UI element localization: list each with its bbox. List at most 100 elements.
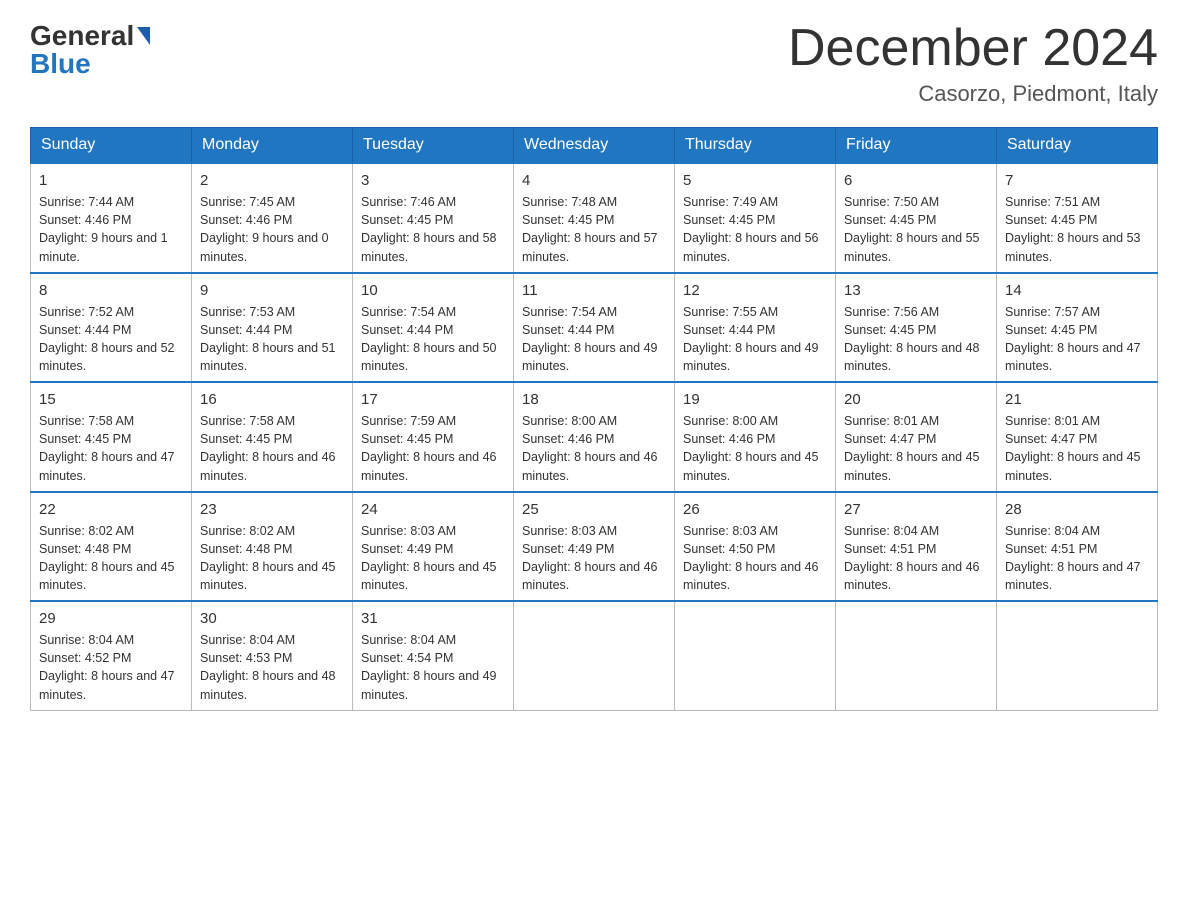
calendar-week-row: 1Sunrise: 7:44 AMSunset: 4:46 PMDaylight… bbox=[31, 163, 1158, 273]
col-header-saturday: Saturday bbox=[997, 128, 1158, 164]
day-info: Sunrise: 8:00 AMSunset: 4:46 PMDaylight:… bbox=[522, 412, 666, 485]
day-info: Sunrise: 7:55 AMSunset: 4:44 PMDaylight:… bbox=[683, 303, 827, 376]
page-header: General Blue December 2024 Casorzo, Pied… bbox=[30, 20, 1158, 107]
day-number: 24 bbox=[361, 499, 505, 520]
day-info: Sunrise: 8:04 AMSunset: 4:53 PMDaylight:… bbox=[200, 631, 344, 704]
day-info: Sunrise: 7:59 AMSunset: 4:45 PMDaylight:… bbox=[361, 412, 505, 485]
day-number: 19 bbox=[683, 389, 827, 410]
day-number: 29 bbox=[39, 608, 183, 629]
logo: General Blue bbox=[30, 20, 150, 80]
calendar-cell: 3Sunrise: 7:46 AMSunset: 4:45 PMDaylight… bbox=[353, 163, 514, 273]
day-number: 1 bbox=[39, 170, 183, 191]
day-number: 12 bbox=[683, 280, 827, 301]
calendar-cell: 10Sunrise: 7:54 AMSunset: 4:44 PMDayligh… bbox=[353, 273, 514, 383]
calendar-cell bbox=[675, 601, 836, 710]
calendar-table: SundayMondayTuesdayWednesdayThursdayFrid… bbox=[30, 127, 1158, 711]
calendar-week-row: 22Sunrise: 8:02 AMSunset: 4:48 PMDayligh… bbox=[31, 492, 1158, 602]
day-number: 3 bbox=[361, 170, 505, 191]
calendar-cell: 22Sunrise: 8:02 AMSunset: 4:48 PMDayligh… bbox=[31, 492, 192, 602]
col-header-thursday: Thursday bbox=[675, 128, 836, 164]
calendar-cell: 19Sunrise: 8:00 AMSunset: 4:46 PMDayligh… bbox=[675, 382, 836, 492]
day-info: Sunrise: 7:52 AMSunset: 4:44 PMDaylight:… bbox=[39, 303, 183, 376]
day-info: Sunrise: 8:02 AMSunset: 4:48 PMDaylight:… bbox=[200, 522, 344, 595]
day-info: Sunrise: 8:04 AMSunset: 4:52 PMDaylight:… bbox=[39, 631, 183, 704]
calendar-cell: 29Sunrise: 8:04 AMSunset: 4:52 PMDayligh… bbox=[31, 601, 192, 710]
calendar-cell: 23Sunrise: 8:02 AMSunset: 4:48 PMDayligh… bbox=[192, 492, 353, 602]
day-info: Sunrise: 8:03 AMSunset: 4:50 PMDaylight:… bbox=[683, 522, 827, 595]
day-number: 5 bbox=[683, 170, 827, 191]
day-info: Sunrise: 7:57 AMSunset: 4:45 PMDaylight:… bbox=[1005, 303, 1149, 376]
day-info: Sunrise: 7:46 AMSunset: 4:45 PMDaylight:… bbox=[361, 193, 505, 266]
location-subtitle: Casorzo, Piedmont, Italy bbox=[788, 81, 1158, 107]
calendar-cell: 21Sunrise: 8:01 AMSunset: 4:47 PMDayligh… bbox=[997, 382, 1158, 492]
calendar-week-row: 29Sunrise: 8:04 AMSunset: 4:52 PMDayligh… bbox=[31, 601, 1158, 710]
calendar-cell: 12Sunrise: 7:55 AMSunset: 4:44 PMDayligh… bbox=[675, 273, 836, 383]
calendar-cell: 11Sunrise: 7:54 AMSunset: 4:44 PMDayligh… bbox=[514, 273, 675, 383]
day-number: 14 bbox=[1005, 280, 1149, 301]
col-header-sunday: Sunday bbox=[31, 128, 192, 164]
day-number: 31 bbox=[361, 608, 505, 629]
calendar-cell: 26Sunrise: 8:03 AMSunset: 4:50 PMDayligh… bbox=[675, 492, 836, 602]
calendar-cell: 20Sunrise: 8:01 AMSunset: 4:47 PMDayligh… bbox=[836, 382, 997, 492]
day-info: Sunrise: 8:03 AMSunset: 4:49 PMDaylight:… bbox=[361, 522, 505, 595]
day-info: Sunrise: 7:48 AMSunset: 4:45 PMDaylight:… bbox=[522, 193, 666, 266]
calendar-cell: 15Sunrise: 7:58 AMSunset: 4:45 PMDayligh… bbox=[31, 382, 192, 492]
day-number: 26 bbox=[683, 499, 827, 520]
day-number: 7 bbox=[1005, 170, 1149, 191]
day-number: 18 bbox=[522, 389, 666, 410]
day-number: 16 bbox=[200, 389, 344, 410]
calendar-cell: 24Sunrise: 8:03 AMSunset: 4:49 PMDayligh… bbox=[353, 492, 514, 602]
calendar-week-row: 15Sunrise: 7:58 AMSunset: 4:45 PMDayligh… bbox=[31, 382, 1158, 492]
day-info: Sunrise: 7:50 AMSunset: 4:45 PMDaylight:… bbox=[844, 193, 988, 266]
title-area: December 2024 Casorzo, Piedmont, Italy bbox=[788, 20, 1158, 107]
calendar-week-row: 8Sunrise: 7:52 AMSunset: 4:44 PMDaylight… bbox=[31, 273, 1158, 383]
calendar-cell: 31Sunrise: 8:04 AMSunset: 4:54 PMDayligh… bbox=[353, 601, 514, 710]
calendar-cell: 6Sunrise: 7:50 AMSunset: 4:45 PMDaylight… bbox=[836, 163, 997, 273]
calendar-cell: 14Sunrise: 7:57 AMSunset: 4:45 PMDayligh… bbox=[997, 273, 1158, 383]
calendar-cell: 4Sunrise: 7:48 AMSunset: 4:45 PMDaylight… bbox=[514, 163, 675, 273]
day-number: 15 bbox=[39, 389, 183, 410]
calendar-cell: 17Sunrise: 7:59 AMSunset: 4:45 PMDayligh… bbox=[353, 382, 514, 492]
day-number: 25 bbox=[522, 499, 666, 520]
day-info: Sunrise: 7:54 AMSunset: 4:44 PMDaylight:… bbox=[361, 303, 505, 376]
day-info: Sunrise: 8:04 AMSunset: 4:51 PMDaylight:… bbox=[844, 522, 988, 595]
day-info: Sunrise: 7:49 AMSunset: 4:45 PMDaylight:… bbox=[683, 193, 827, 266]
logo-triangle-icon bbox=[137, 27, 150, 45]
calendar-header-row: SundayMondayTuesdayWednesdayThursdayFrid… bbox=[31, 128, 1158, 164]
day-info: Sunrise: 7:56 AMSunset: 4:45 PMDaylight:… bbox=[844, 303, 988, 376]
calendar-cell bbox=[836, 601, 997, 710]
col-header-monday: Monday bbox=[192, 128, 353, 164]
day-number: 28 bbox=[1005, 499, 1149, 520]
day-info: Sunrise: 7:44 AMSunset: 4:46 PMDaylight:… bbox=[39, 193, 183, 266]
calendar-cell: 1Sunrise: 7:44 AMSunset: 4:46 PMDaylight… bbox=[31, 163, 192, 273]
day-number: 30 bbox=[200, 608, 344, 629]
calendar-cell: 8Sunrise: 7:52 AMSunset: 4:44 PMDaylight… bbox=[31, 273, 192, 383]
calendar-cell: 18Sunrise: 8:00 AMSunset: 4:46 PMDayligh… bbox=[514, 382, 675, 492]
day-info: Sunrise: 8:01 AMSunset: 4:47 PMDaylight:… bbox=[844, 412, 988, 485]
day-number: 4 bbox=[522, 170, 666, 191]
day-number: 27 bbox=[844, 499, 988, 520]
day-info: Sunrise: 7:54 AMSunset: 4:44 PMDaylight:… bbox=[522, 303, 666, 376]
day-info: Sunrise: 8:00 AMSunset: 4:46 PMDaylight:… bbox=[683, 412, 827, 485]
day-info: Sunrise: 7:58 AMSunset: 4:45 PMDaylight:… bbox=[200, 412, 344, 485]
calendar-cell: 28Sunrise: 8:04 AMSunset: 4:51 PMDayligh… bbox=[997, 492, 1158, 602]
day-info: Sunrise: 8:02 AMSunset: 4:48 PMDaylight:… bbox=[39, 522, 183, 595]
calendar-cell: 30Sunrise: 8:04 AMSunset: 4:53 PMDayligh… bbox=[192, 601, 353, 710]
calendar-cell: 25Sunrise: 8:03 AMSunset: 4:49 PMDayligh… bbox=[514, 492, 675, 602]
day-number: 2 bbox=[200, 170, 344, 191]
day-info: Sunrise: 7:45 AMSunset: 4:46 PMDaylight:… bbox=[200, 193, 344, 266]
calendar-cell: 9Sunrise: 7:53 AMSunset: 4:44 PMDaylight… bbox=[192, 273, 353, 383]
day-info: Sunrise: 8:04 AMSunset: 4:51 PMDaylight:… bbox=[1005, 522, 1149, 595]
day-number: 11 bbox=[522, 280, 666, 301]
col-header-tuesday: Tuesday bbox=[353, 128, 514, 164]
day-info: Sunrise: 7:51 AMSunset: 4:45 PMDaylight:… bbox=[1005, 193, 1149, 266]
calendar-cell: 16Sunrise: 7:58 AMSunset: 4:45 PMDayligh… bbox=[192, 382, 353, 492]
day-info: Sunrise: 7:58 AMSunset: 4:45 PMDaylight:… bbox=[39, 412, 183, 485]
col-header-friday: Friday bbox=[836, 128, 997, 164]
day-number: 22 bbox=[39, 499, 183, 520]
day-number: 21 bbox=[1005, 389, 1149, 410]
day-info: Sunrise: 7:53 AMSunset: 4:44 PMDaylight:… bbox=[200, 303, 344, 376]
day-info: Sunrise: 8:04 AMSunset: 4:54 PMDaylight:… bbox=[361, 631, 505, 704]
day-number: 17 bbox=[361, 389, 505, 410]
calendar-cell: 7Sunrise: 7:51 AMSunset: 4:45 PMDaylight… bbox=[997, 163, 1158, 273]
